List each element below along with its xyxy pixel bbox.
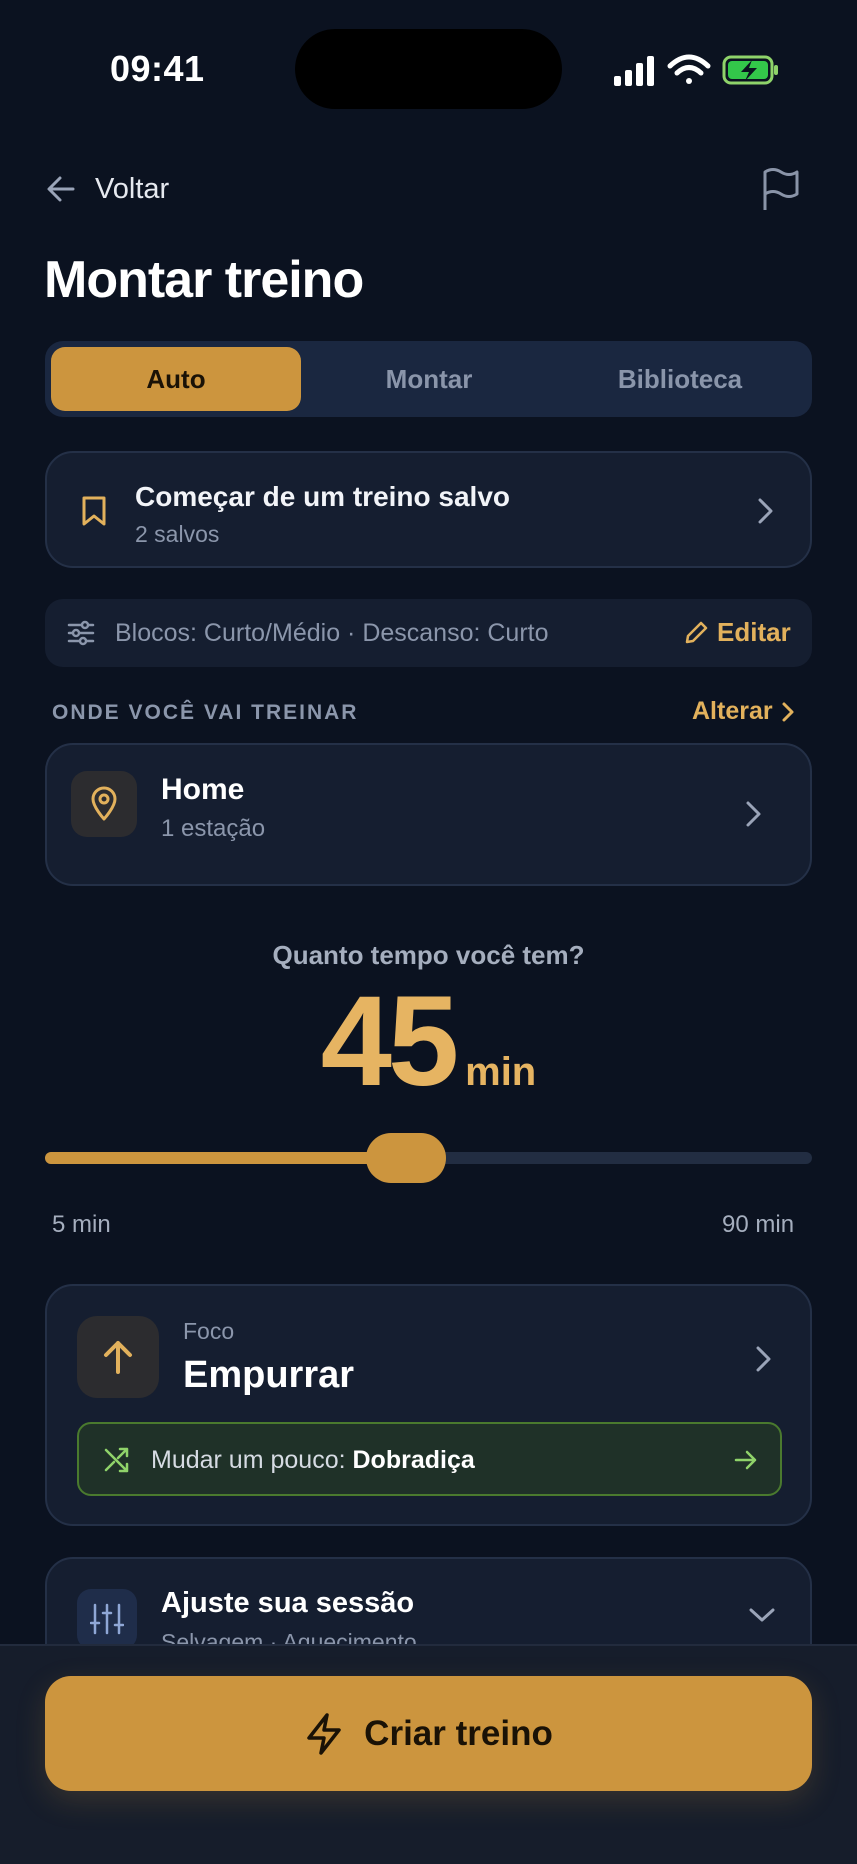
change-location-label: Alterar <box>692 697 773 725</box>
duration-slider-thumb[interactable] <box>365 1133 446 1183</box>
dynamic-island <box>295 29 562 109</box>
shuffle-icon <box>104 1447 129 1473</box>
saved-workout-card[interactable]: Começar de um treino salvo 2 salvos <box>45 451 812 568</box>
status-icons <box>612 50 782 90</box>
pencil-icon <box>685 621 708 643</box>
page-title: Montar treino <box>44 251 364 309</box>
tab-biblioteca[interactable]: Biblioteca <box>555 347 805 411</box>
duration-display: 45 min <box>0 968 857 1115</box>
saved-workout-title: Começar de um treino salvo <box>135 481 511 512</box>
status-time: 09:41 <box>110 48 205 89</box>
create-workout-label: Criar treino <box>364 1713 553 1753</box>
variety-value: Dobradiça <box>352 1446 475 1474</box>
location-section-label: ONDE VOCÊ VAI TREINAR <box>52 701 359 724</box>
duration-min-label: 5 min <box>52 1211 111 1238</box>
sliders-icon <box>67 620 95 646</box>
duration-value: 45 <box>320 970 459 1113</box>
tab-montar[interactable]: Montar <box>304 347 554 411</box>
cellular-signal-icon <box>614 56 654 86</box>
adjust-session-title: Ajuste sua sessão <box>161 1587 415 1619</box>
create-workout-button[interactable]: Criar treino <box>45 1676 812 1791</box>
focus-card[interactable]: Foco Empurrar Mudar um pouco: Dobradiça <box>45 1284 812 1526</box>
location-detail: 1 estação <box>161 815 266 842</box>
block-preferences-summary: Blocos: Curto/Médio · Descanso: Curto <box>115 619 549 647</box>
duration-question: Quanto tempo você tem? <box>272 940 585 970</box>
chevron-down-icon <box>749 1608 775 1622</box>
focus-label: Foco <box>183 1318 235 1344</box>
bookmark-icon <box>82 496 106 526</box>
chevron-right-icon <box>756 1346 771 1372</box>
variety-text: Mudar um pouco: Dobradiça <box>151 1446 475 1475</box>
tab-auto[interactable]: Auto <box>51 347 301 411</box>
location-pin-icon <box>71 771 137 837</box>
chevron-right-icon <box>746 801 761 827</box>
equalizer-icon <box>77 1589 137 1649</box>
change-location-button[interactable]: Alterar <box>692 697 795 726</box>
focus-value: Empurrar <box>183 1354 355 1396</box>
focus-variety-suggestion[interactable]: Mudar um pouco: Dobradiça <box>77 1422 782 1496</box>
arrow-up-icon <box>77 1316 159 1398</box>
location-card[interactable]: Home 1 estação <box>45 743 812 886</box>
battery-charging-icon <box>722 55 778 85</box>
arrow-left-icon <box>47 176 75 202</box>
saved-workout-count: 2 salvos <box>135 521 220 547</box>
back-label: Voltar <box>95 172 170 205</box>
flag-icon[interactable] <box>757 166 803 212</box>
variety-prefix: Mudar um pouco: <box>151 1446 346 1474</box>
chevron-right-icon <box>758 498 773 524</box>
location-name: Home <box>161 773 245 806</box>
mode-tabs: Auto Montar Biblioteca <box>45 341 812 417</box>
block-preferences-row: Blocos: Curto/Médio · Descanso: Curto Ed… <box>45 599 812 667</box>
chevron-right-icon <box>782 702 794 721</box>
duration-slider-fill <box>45 1152 406 1164</box>
duration-unit: min <box>465 1050 537 1094</box>
arrow-right-icon <box>734 1450 757 1470</box>
lightning-icon <box>307 1712 341 1755</box>
duration-max-label: 90 min <box>722 1211 795 1238</box>
edit-preferences-button[interactable]: Editar <box>683 617 791 648</box>
edit-label: Editar <box>717 617 791 647</box>
wifi-icon <box>667 54 711 84</box>
back-button[interactable]: Voltar <box>45 168 169 210</box>
